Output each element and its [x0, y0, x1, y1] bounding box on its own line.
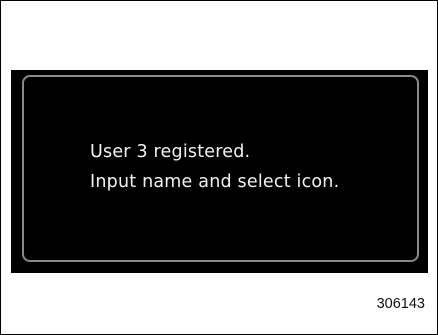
message-line-instruction: Input name and select icon. [90, 172, 340, 192]
figure-number: 306143 [376, 295, 425, 312]
registration-message: User 3 registered. Input name and select… [90, 137, 339, 197]
message-line-registered: User 3 registered. [90, 142, 251, 162]
display-screen: User 3 registered. Input name and select… [11, 70, 428, 273]
